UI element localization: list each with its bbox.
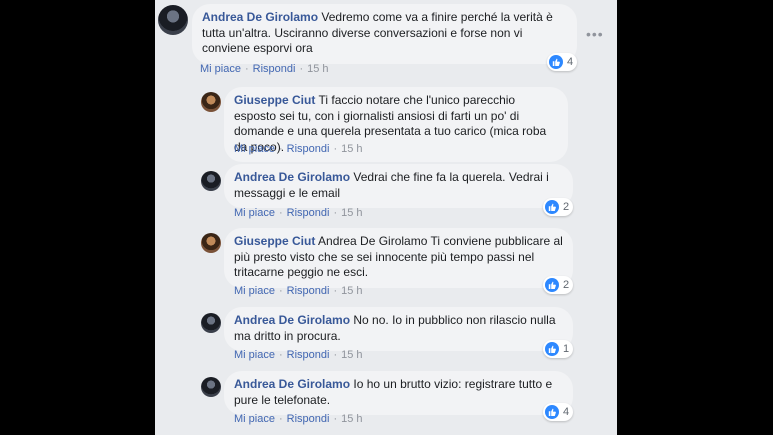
reaction-number: 4 — [563, 406, 570, 418]
reply-link[interactable]: Rispondi — [287, 143, 330, 155]
timestamp[interactable]: 15 h — [341, 207, 362, 219]
reply-link[interactable]: Rispondi — [287, 413, 330, 425]
reaction-count[interactable]: 2 — [543, 276, 574, 294]
avatar[interactable] — [201, 377, 221, 397]
like-link[interactable]: Mi piace — [234, 413, 275, 425]
comment-actions: Mi piace · Rispondi · 15 h — [234, 207, 363, 219]
comment-bubble: Andrea De Girolamo Vedremo come va a fin… — [192, 4, 577, 64]
comment-actions: Mi piace · Rispondi · 15 h — [234, 349, 363, 361]
reply-link[interactable]: Rispondi — [287, 285, 330, 297]
timestamp[interactable]: 15 h — [307, 63, 328, 75]
avatar[interactable] — [158, 5, 188, 35]
comment-bubble: Andrea De Girolamo Vedrai che fine fa la… — [224, 164, 573, 208]
like-icon — [545, 278, 559, 292]
reply-comment: Andrea De Girolamo Vedrai che fine fa la… — [155, 160, 617, 224]
comment-author[interactable]: Andrea De Girolamo — [234, 170, 350, 184]
reaction-number: 4 — [567, 56, 574, 68]
like-icon — [549, 55, 563, 69]
avatar[interactable] — [201, 233, 221, 253]
reaction-number: 2 — [563, 201, 570, 213]
avatar[interactable] — [201, 313, 221, 333]
like-icon — [545, 200, 559, 214]
like-link[interactable]: Mi piace — [234, 285, 275, 297]
reaction-count[interactable]: 4 — [543, 403, 574, 421]
reply-comment: Andrea De Girolamo No no. Io in pubblico… — [155, 302, 617, 368]
like-link[interactable]: Mi piace — [234, 207, 275, 219]
like-icon — [545, 405, 559, 419]
reply-link[interactable]: Rispondi — [287, 349, 330, 361]
avatar[interactable] — [201, 92, 221, 112]
comment-author[interactable]: Andrea De Girolamo — [234, 377, 350, 391]
timestamp[interactable]: 15 h — [341, 143, 362, 155]
like-link[interactable]: Mi piace — [234, 349, 275, 361]
like-link[interactable]: Mi piace — [234, 143, 275, 155]
timestamp[interactable]: 15 h — [341, 349, 362, 361]
reaction-number: 2 — [563, 279, 570, 291]
more-options-icon[interactable]: ••• — [586, 26, 604, 42]
reply-comment: Giuseppe Ciut Ti faccio notare che l'uni… — [155, 84, 617, 162]
reply-link[interactable]: Rispondi — [253, 63, 296, 75]
reply-link[interactable]: Rispondi — [287, 207, 330, 219]
comment-actions: Mi piace · Rispondi · 15 h — [234, 413, 363, 425]
comment-author[interactable]: Giuseppe Ciut — [234, 93, 315, 107]
like-link[interactable]: Mi piace — [200, 63, 241, 75]
reaction-count[interactable]: 2 — [543, 198, 574, 216]
timestamp[interactable]: 15 h — [341, 413, 362, 425]
reaction-count[interactable]: 1 — [543, 340, 574, 358]
reply-comment: Andrea De Girolamo Io ho un brutto vizio… — [155, 368, 617, 435]
comment-author[interactable]: Andrea De Girolamo — [202, 10, 318, 24]
comment: Andrea De Girolamo Vedremo come va a fin… — [155, 0, 617, 80]
comment-bubble: Andrea De Girolamo No no. Io in pubblico… — [224, 307, 573, 351]
avatar[interactable] — [201, 171, 221, 191]
comment-author[interactable]: Giuseppe Ciut — [234, 234, 315, 248]
like-icon — [545, 342, 559, 356]
comment-actions: Mi piace · Rispondi · 15 h — [234, 285, 363, 297]
comment-bubble: Giuseppe Ciut Andrea De Girolamo Ti conv… — [224, 228, 573, 288]
comment-author[interactable]: Andrea De Girolamo — [234, 313, 350, 327]
comment-actions: Mi piace · Rispondi · 15 h — [234, 143, 363, 155]
comments-panel: Andrea De Girolamo Vedremo come va a fin… — [155, 0, 617, 435]
reply-comment: Giuseppe Ciut Andrea De Girolamo Ti conv… — [155, 224, 617, 302]
reaction-count[interactable]: 4 — [547, 53, 578, 71]
comment-bubble: Andrea De Girolamo Io ho un brutto vizio… — [224, 371, 573, 415]
reaction-number: 1 — [563, 343, 570, 355]
timestamp[interactable]: 15 h — [341, 285, 362, 297]
comment-actions: Mi piace · Rispondi · 15 h — [200, 63, 329, 75]
